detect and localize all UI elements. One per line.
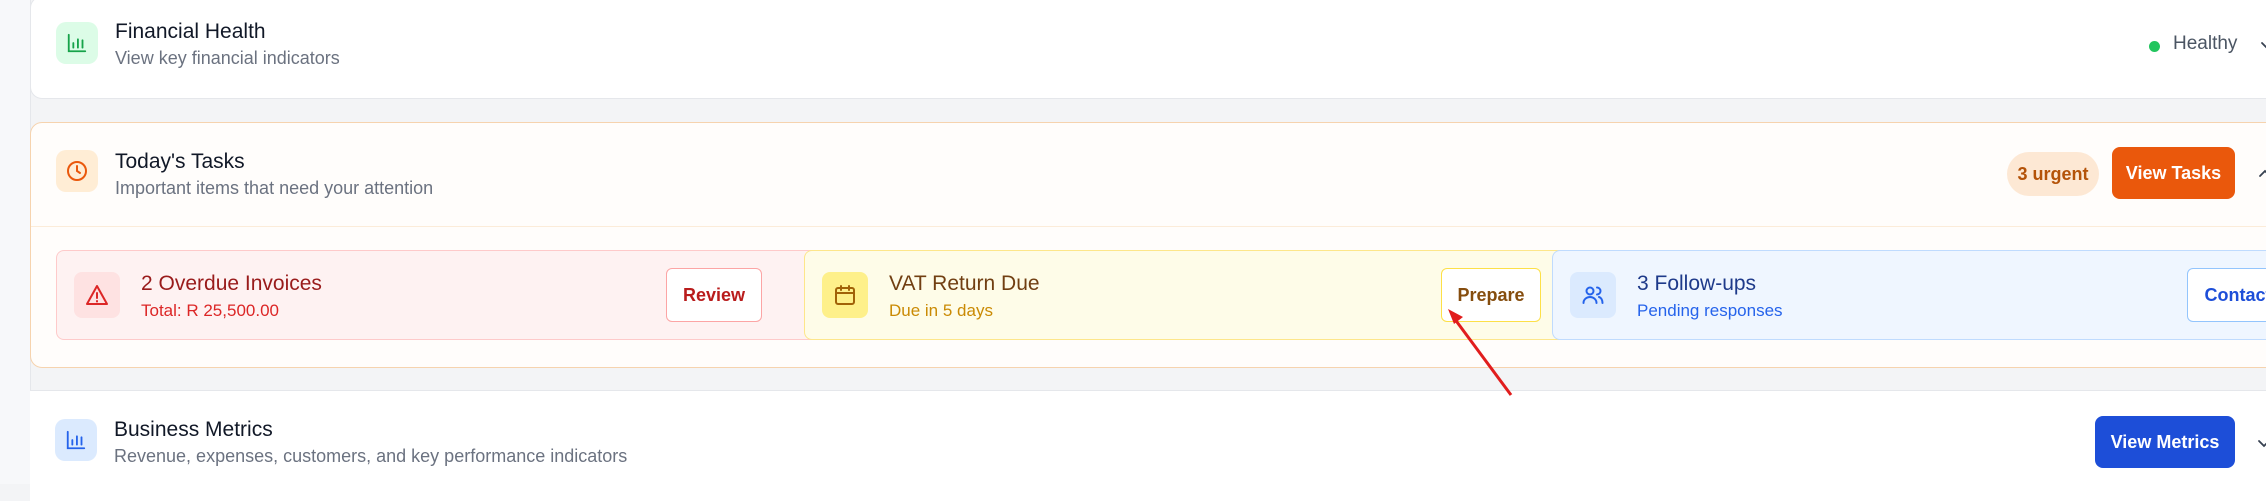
financial-health-card[interactable]: Financial Health View key financial indi… [30,0,2266,99]
financial-health-title: Financial Health [115,20,266,43]
calendar-icon [822,272,868,318]
divider [31,226,2266,227]
bar-chart-icon [55,419,97,461]
task-follow-ups: 3 Follow-ups Pending responses Contact [1552,250,2266,340]
task-subtitle: Due in 5 days [889,301,993,320]
view-tasks-button[interactable]: View Tasks [2112,147,2235,199]
task-vat-return: VAT Return Due Due in 5 days Prepare [804,250,1581,340]
chevron-down-icon[interactable] [2259,37,2266,53]
chevron-up-icon[interactable] [2257,165,2266,181]
task-subtitle: Pending responses [1637,301,1783,320]
task-subtitle: Total: R 25,500.00 [141,301,279,320]
todays-tasks-subtitle: Important items that need your attention [115,178,434,198]
urgent-badge: 3 urgent [2007,152,2099,196]
business-metrics-subtitle: Revenue, expenses, customers, and key pe… [114,446,628,466]
users-icon [1570,272,1616,318]
todays-tasks-card: Today's Tasks Important items that need … [30,122,2266,368]
bar-chart-icon [56,22,98,64]
todays-tasks-title: Today's Tasks [115,150,245,173]
task-overdue-invoices: 2 Overdue Invoices Total: R 25,500.00 Re… [56,250,833,340]
view-metrics-button[interactable]: View Metrics [2095,416,2235,468]
prepare-button[interactable]: Prepare [1441,268,1541,322]
task-title: VAT Return Due [889,272,1040,295]
chevron-down-icon[interactable] [2256,435,2266,451]
clock-icon [56,150,98,192]
task-title: 2 Overdue Invoices [141,272,322,295]
financial-health-subtitle: View key financial indicators [115,48,340,68]
business-metrics-title: Business Metrics [114,418,273,441]
contact-button[interactable]: Contact [2187,268,2266,322]
warning-triangle-icon [74,272,120,318]
review-button[interactable]: Review [666,268,762,322]
status-indicator [2149,41,2160,52]
status-label: Healthy [2173,33,2238,54]
task-title: 3 Follow-ups [1637,272,1757,295]
left-sidebar-edge [0,0,31,484]
business-metrics-card: Business Metrics Revenue, expenses, cust… [30,390,2266,501]
